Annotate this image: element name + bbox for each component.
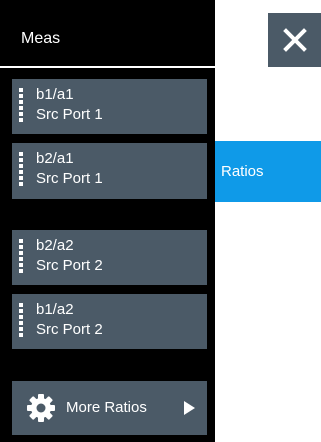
meas-button-b2-a2[interactable]: b2/a2 Src Port 2 (12, 230, 207, 285)
button-source: Src Port 1 (36, 170, 103, 187)
header-divider (0, 66, 215, 68)
button-param: b1/a2 (36, 301, 74, 318)
meas-button-b1-a2[interactable]: b1/a2 Src Port 2 (12, 294, 207, 349)
submenu-item-label: Ratios (221, 163, 264, 180)
drag-handle-icon (19, 88, 23, 122)
chevron-right-icon (184, 401, 195, 415)
button-source: Src Port 2 (36, 257, 103, 274)
close-button[interactable] (268, 13, 321, 67)
meas-button-b1-a1[interactable]: b1/a1 Src Port 1 (12, 79, 207, 134)
submenu-item-ratios[interactable]: Ratios (215, 141, 321, 202)
more-ratios-label: More Ratios (66, 399, 147, 416)
button-param: b2/a2 (36, 237, 74, 254)
drag-handle-icon (19, 152, 23, 186)
gear-icon (27, 394, 55, 422)
meas-button-b2-a1[interactable]: b2/a1 Src Port 1 (12, 143, 207, 199)
more-ratios-button[interactable]: More Ratios (12, 381, 207, 435)
button-source: Src Port 1 (36, 106, 103, 123)
panel-title: Meas (21, 30, 61, 47)
button-source: Src Port 2 (36, 321, 103, 338)
button-param: b1/a1 (36, 86, 74, 103)
close-icon (282, 28, 307, 52)
button-param: b2/a1 (36, 150, 74, 167)
drag-handle-icon (19, 303, 23, 337)
drag-handle-icon (19, 239, 23, 273)
